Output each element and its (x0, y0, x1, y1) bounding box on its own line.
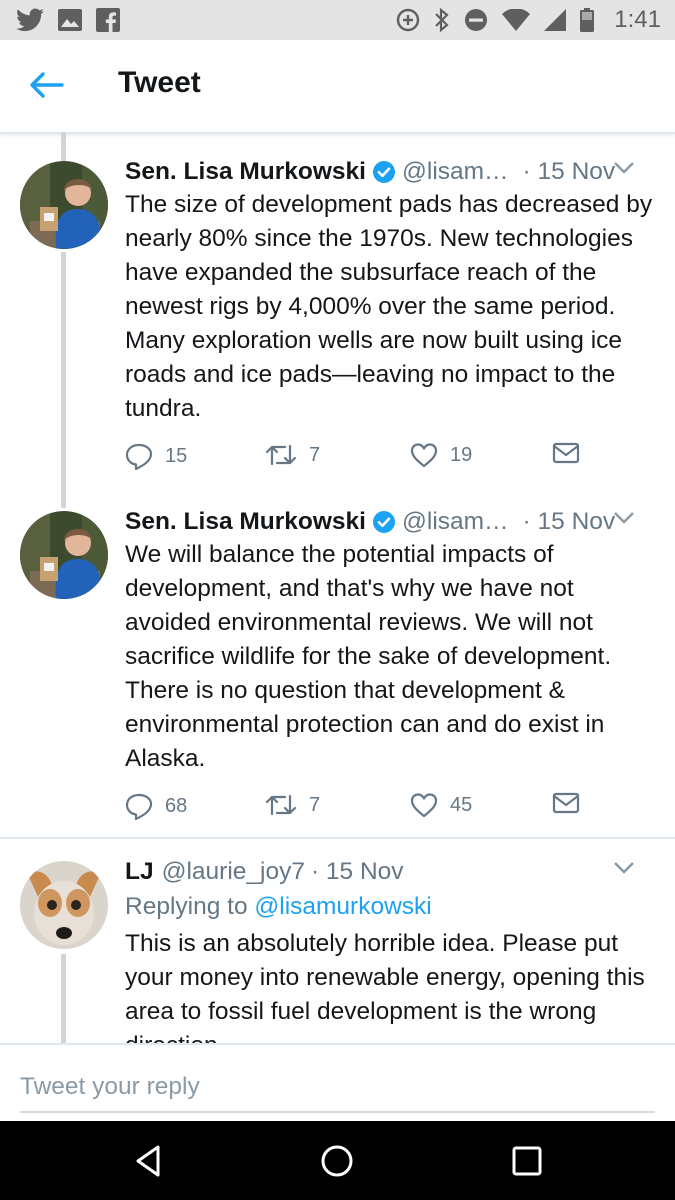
author-name[interactable]: Sen. Lisa Murkowski (125, 158, 366, 186)
image-icon (58, 9, 82, 31)
twitter-bird-icon (16, 8, 44, 32)
avatar-murkowski-image (20, 511, 108, 599)
author-handle[interactable]: @laurie_joy7 (162, 858, 305, 886)
data-saver-icon (397, 8, 420, 32)
tweet-text: We will balance the potential impacts of… (125, 541, 612, 772)
chevron-down-icon[interactable] (613, 161, 635, 175)
tweet-date[interactable]: · 15 Nov (523, 158, 616, 186)
envelope-icon (552, 442, 580, 464)
tweet-date[interactable]: · 15 Nov (523, 508, 616, 536)
retweet-count: 7 (309, 793, 321, 816)
like-button[interactable]: 19 (410, 442, 472, 468)
battery-icon (580, 8, 595, 32)
status-system: 1:41 (396, 6, 661, 34)
reply-button[interactable]: 68 (125, 792, 187, 820)
retweet-button[interactable]: 7 (265, 792, 320, 818)
retweet-button[interactable]: 7 (265, 442, 320, 468)
like-count: 45 (450, 793, 473, 816)
replying-to-handle[interactable]: @lisamurkowski (254, 893, 431, 920)
author-name[interactable]: LJ (125, 858, 154, 886)
tweet-header: Sen. Lisa Murkowski @lisam… · 15 Nov (125, 505, 653, 539)
avatar[interactable] (20, 511, 108, 599)
avatar-dog-image (20, 861, 108, 949)
status-time: 1:41 (614, 6, 661, 33)
chevron-down-icon[interactable] (613, 861, 635, 875)
reply-count: 15 (165, 444, 188, 467)
direct-message-button[interactable] (552, 792, 580, 814)
bluetooth-icon (435, 8, 449, 32)
envelope-icon (552, 792, 580, 814)
back-nav-icon[interactable] (130, 1143, 166, 1179)
home-nav-icon[interactable] (319, 1143, 355, 1179)
author-name[interactable]: Sen. Lisa Murkowski (125, 508, 366, 536)
app-bar: Tweet (0, 40, 675, 134)
avatar[interactable] (20, 161, 108, 249)
tweet-actions: 15 7 19 (125, 442, 585, 472)
reply-icon (125, 793, 153, 820)
tweet-thread[interactable]: Sen. Lisa Murkowski @lisam… · 15 Nov The… (0, 132, 675, 1043)
reply-composer (0, 1043, 675, 1123)
retweet-icon (265, 444, 297, 466)
avatar-murkowski-image (20, 161, 108, 249)
author-handle[interactable]: @lisam… (402, 158, 509, 186)
chevron-down-icon[interactable] (613, 511, 635, 525)
reply-input[interactable] (20, 1063, 655, 1113)
heart-icon (410, 443, 438, 468)
direct-message-button[interactable] (552, 442, 580, 464)
do-not-disturb-icon (465, 9, 488, 31)
avatar[interactable] (20, 861, 108, 949)
tweet-header: Sen. Lisa Murkowski @lisam… · 15 Nov (125, 155, 653, 189)
verified-badge-icon (372, 510, 396, 534)
replying-to: Replying to @lisamurkowski (125, 893, 432, 921)
page-title: Tweet (118, 66, 201, 99)
status-notifications (16, 8, 120, 32)
tweet-item[interactable]: LJ @laurie_joy7 · 15 Nov Replying to @li… (0, 839, 675, 1043)
back-arrow-icon[interactable] (28, 70, 64, 100)
verified-badge-icon (372, 160, 396, 184)
tweet-item[interactable]: Sen. Lisa Murkowski @lisam… · 15 Nov We … (0, 482, 675, 836)
reply-icon (125, 443, 153, 470)
reply-button[interactable]: 15 (125, 442, 187, 470)
like-count: 19 (450, 443, 473, 466)
tweet-text: The size of development pads has decreas… (125, 191, 653, 422)
retweet-icon (265, 794, 297, 816)
tweet-date[interactable]: · 15 Nov (311, 858, 404, 886)
author-handle[interactable]: @lisam… (402, 508, 509, 536)
recents-nav-icon[interactable] (509, 1143, 545, 1179)
reply-count: 68 (165, 794, 188, 817)
tweet-header: LJ @laurie_joy7 · 15 Nov (125, 855, 653, 889)
like-button[interactable]: 45 (410, 792, 472, 818)
retweet-count: 7 (309, 443, 321, 466)
wifi-icon (502, 9, 531, 31)
replying-to-label: Replying to (125, 893, 248, 920)
status-bar: 1:41 (0, 0, 675, 40)
cell-signal-icon (544, 9, 567, 31)
tweet-text: This is an absolutely horrible idea. Ple… (125, 930, 645, 1043)
navigation-bar (0, 1121, 675, 1200)
facebook-icon (96, 8, 120, 32)
tweet-item[interactable]: Sen. Lisa Murkowski @lisam… · 15 Nov The… (0, 132, 675, 482)
heart-icon (410, 793, 438, 818)
tweet-actions: 68 7 45 (125, 792, 585, 822)
